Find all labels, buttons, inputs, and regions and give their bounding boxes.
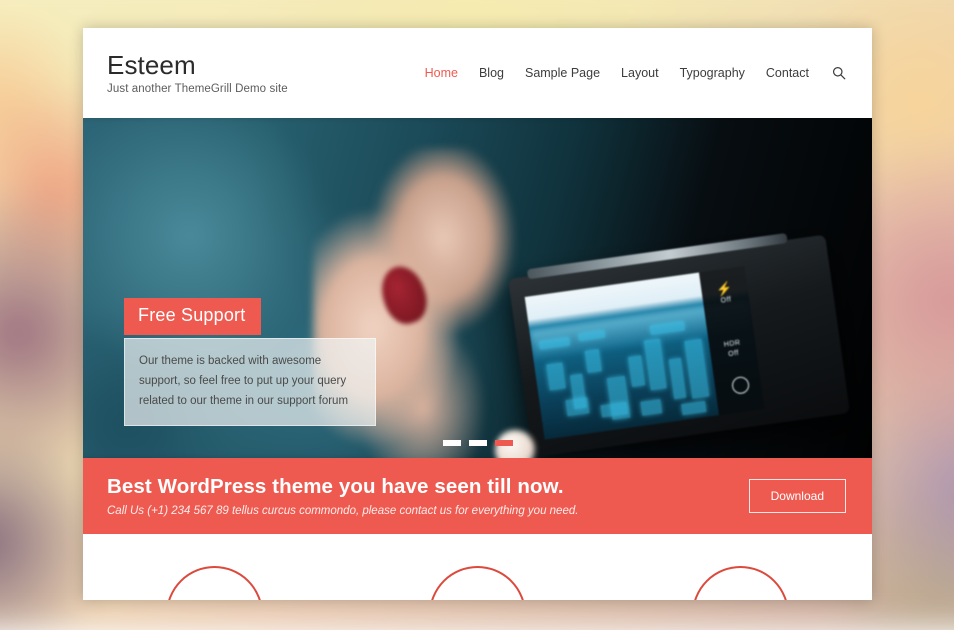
site-header: Esteem Just another ThemeGrill Demo site…: [83, 28, 872, 118]
slider-dot-1[interactable]: [442, 440, 461, 446]
site-title: Esteem: [107, 49, 196, 80]
phone-screen: ⚡ Off HDR Off: [524, 266, 765, 440]
nav-item-typography[interactable]: Typography: [680, 66, 745, 80]
cta-subtitle: Call Us (+1) 234 567 89 tellus curcus co…: [107, 505, 579, 517]
slider-dot-3[interactable]: [494, 440, 513, 446]
primary-navigation: Home Blog Sample Page Layout Typography …: [425, 66, 846, 80]
site-tagline: Just another ThemeGrill Demo site: [107, 83, 288, 96]
nav-item-sample-page[interactable]: Sample Page: [525, 66, 600, 80]
search-icon[interactable]: [832, 66, 846, 80]
nav-item-blog[interactable]: Blog: [479, 66, 504, 80]
switch-camera-icon: [730, 375, 751, 395]
nav-item-contact[interactable]: Contact: [766, 66, 809, 80]
cta-text-group: Best WordPress theme you have seen till …: [107, 475, 749, 517]
service-circle-3[interactable]: [692, 566, 789, 600]
site-container: Esteem Just another ThemeGrill Demo site…: [83, 28, 872, 600]
slide-description: Our theme is backed with awesome support…: [124, 338, 376, 427]
slide-title: Free Support: [124, 298, 262, 335]
cta-title: Best WordPress theme you have seen till …: [107, 475, 564, 498]
slide-caption: Free Support Our theme is backed with aw…: [124, 298, 376, 427]
service-circle-2[interactable]: [429, 566, 526, 600]
call-to-action-band: Best WordPress theme you have seen till …: [83, 458, 872, 534]
nav-item-layout[interactable]: Layout: [621, 66, 659, 80]
hero-slider: ⚡ Off HDR Off Free Support Our theme is …: [83, 118, 872, 458]
services-section: [83, 534, 872, 600]
site-branding[interactable]: Esteem Just another ThemeGrill Demo site: [107, 49, 288, 96]
service-circle-1[interactable]: [166, 566, 263, 600]
slider-dot-2[interactable]: [468, 440, 487, 446]
download-button[interactable]: Download: [748, 479, 846, 513]
slider-pagination: [83, 440, 872, 446]
nav-item-home[interactable]: Home: [425, 66, 458, 80]
